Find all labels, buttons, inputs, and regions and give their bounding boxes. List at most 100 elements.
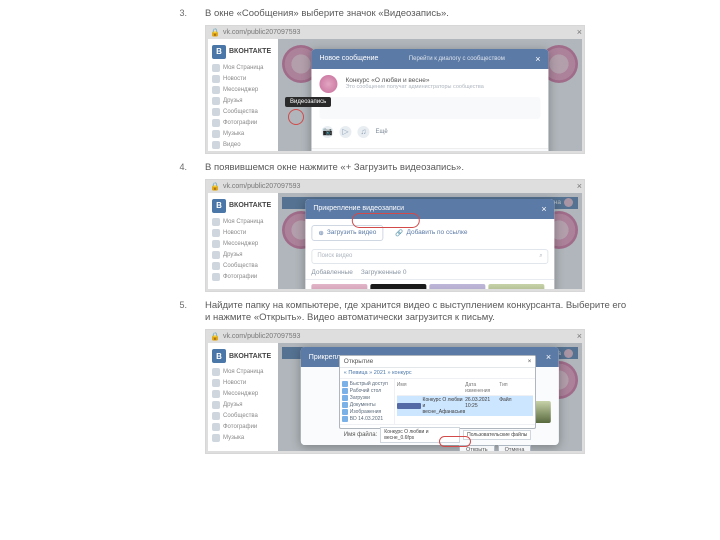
- sidebar-item: Фотографии: [212, 273, 274, 281]
- highlight-oval: [439, 436, 471, 447]
- url-text: vk.com/public207097593: [223, 183, 300, 190]
- sidebar-item: Друзья: [212, 251, 274, 259]
- video-thumb[interactable]: [429, 284, 485, 289]
- sidebar-item: Новости: [212, 75, 274, 83]
- side-item: Изображения: [342, 409, 392, 415]
- step-text: В появившемся окне нажмите «+ Загрузить …: [205, 162, 630, 175]
- sidebar-item: Моя Страница: [212, 368, 274, 376]
- vk-logo-icon: B: [212, 45, 226, 59]
- side-item: Рабочий стол: [342, 388, 392, 394]
- sidebar-item: Мессенджер: [212, 86, 274, 94]
- url-bar: 🔒 vk.com/public207097593: [208, 28, 582, 39]
- close-icon: ×: [577, 181, 582, 191]
- sidebar-item: Сообщества: [212, 412, 274, 420]
- close-icon[interactable]: ×: [535, 54, 540, 64]
- step-number: 3.: [175, 8, 187, 18]
- sidebar-item: Сообщества: [212, 108, 274, 116]
- video-thumb[interactable]: [370, 284, 426, 289]
- close-icon[interactable]: ×: [546, 352, 551, 362]
- sidebar-item: Фотографии: [212, 423, 274, 431]
- video-thumb[interactable]: [311, 284, 367, 289]
- open-file-dialog: Открытие × « Певица » 2021 » конкурс Быс…: [339, 355, 537, 429]
- step-number: 4.: [175, 162, 187, 172]
- close-icon: ×: [577, 331, 582, 341]
- sidebar-item: Моя Страница: [212, 218, 274, 226]
- dialog-sidebar: Быстрый доступ Рабочий стол Загрузки Док…: [340, 379, 395, 424]
- highlight-circle: [288, 109, 304, 125]
- breadcrumb[interactable]: « Певица » 2021 » конкурс: [340, 368, 536, 379]
- step-4: 4. В появившемся окне нажмите «+ Загрузи…: [175, 162, 630, 175]
- highlight-oval: [352, 213, 420, 228]
- close-icon[interactable]: ×: [541, 204, 546, 214]
- file-row[interactable]: Конкурс О любви и весне_Афанасьев 26.03.…: [397, 396, 534, 416]
- sidebar-item: Музыка: [212, 434, 274, 442]
- sidebar-item: Сообщества: [212, 262, 274, 270]
- video-search[interactable]: Поиск видео ⌕: [311, 249, 548, 264]
- sidebar-item: Фотографии: [212, 119, 274, 127]
- sidebar-item: Мессенджер: [212, 240, 274, 248]
- close-icon: ×: [577, 27, 582, 37]
- step-text: В окне «Сообщения» выберите значок «Виде…: [205, 8, 630, 21]
- message-input[interactable]: [319, 97, 540, 119]
- side-item: Документы: [342, 402, 392, 408]
- file-icon: [397, 403, 421, 409]
- search-icon: ⌕: [539, 253, 542, 260]
- video-tooltip: Видеозапись: [285, 97, 331, 107]
- sidebar-item: Новости: [212, 229, 274, 237]
- lock-icon: 🔒: [210, 332, 220, 341]
- step-3: 3. В окне «Сообщения» выберите значок «В…: [175, 8, 630, 21]
- modal-header: Новое сообщение Перейти к диалогу с сооб…: [311, 49, 548, 69]
- vk-name: ВКОНТАКТЕ: [229, 48, 271, 55]
- filename-label: Имя файла:: [344, 432, 377, 438]
- vk-logo-icon: B: [212, 349, 226, 363]
- sidebar-item: Моя Страница: [212, 64, 274, 72]
- sidebar-item: Новости: [212, 379, 274, 387]
- modal-title: Новое сообщение: [319, 55, 378, 62]
- step-text: Найдите папку на компьютере, где хранитс…: [205, 300, 630, 326]
- screenshot-3: × 🔒 vk.com/public207097593 BВКОНТАКТЕ Мо…: [205, 25, 630, 154]
- screenshot-4: × 🔒 vk.com/public207097593 BВКОНТАКТЕ Мо…: [205, 179, 630, 292]
- recipient-title: Конкурс «О любви и весне»: [345, 77, 483, 84]
- video-icon[interactable]: ▷: [339, 126, 351, 138]
- filter-field[interactable]: Пользовательские файлы: [463, 430, 531, 440]
- video-thumbnails: [305, 280, 554, 289]
- audio-icon[interactable]: ♫: [357, 126, 369, 138]
- vk-name: ВКОНТАКТЕ: [229, 202, 271, 209]
- modal-title: Прикрепление видеозаписи: [313, 205, 404, 212]
- add-link-button[interactable]: 🔗Добавить по ссылке: [389, 226, 473, 240]
- side-item: Быстрый доступ: [342, 381, 392, 387]
- link-icon: 🔗: [395, 229, 403, 237]
- modal-header: Прикрепление видеозаписи ×: [305, 199, 554, 219]
- recipient-sub: Это сообщение получат администраторы соо…: [345, 84, 483, 90]
- side-item: BD 14.03.2021: [342, 416, 392, 422]
- dialog-title: Открытие: [344, 358, 373, 365]
- sidebar-item: Друзья: [212, 97, 274, 105]
- url-bar: 🔒 vk.com/public207097593: [208, 332, 582, 343]
- cancel-button[interactable]: Отмена: [498, 445, 532, 451]
- url-bar: 🔒 vk.com/public207097593: [208, 182, 582, 193]
- video-thumb[interactable]: [488, 284, 544, 289]
- sidebar-item: Музыка: [212, 130, 274, 138]
- close-icon[interactable]: ×: [528, 358, 532, 365]
- sidebar-item: Друзья: [212, 401, 274, 409]
- sidebar-item: Видео: [212, 141, 274, 149]
- more-link[interactable]: Ещё: [375, 129, 387, 135]
- url-text: vk.com/public207097593: [223, 333, 300, 340]
- lock-icon: 🔒: [210, 28, 220, 37]
- plus-icon: ⊕: [318, 229, 323, 237]
- tab-added[interactable]: Добавленные: [311, 269, 352, 276]
- step-5: 5. Найдите папку на компьютере, где хран…: [175, 300, 630, 326]
- step-number: 5.: [175, 300, 187, 310]
- vk-name: ВКОНТАКТЕ: [229, 353, 271, 360]
- side-item: Загрузки: [342, 395, 392, 401]
- file-list: ИмяДата измененияТип Конкурс О любви и в…: [395, 379, 536, 424]
- avatar: [319, 75, 337, 93]
- photo-icon[interactable]: 📷: [321, 126, 333, 138]
- sidebar-item: Мессенджер: [212, 390, 274, 398]
- tab-uploaded[interactable]: Загруженные 0: [361, 269, 407, 276]
- vk-sidebar: BВКОНТАКТЕ Моя Страница Новости Мессендж…: [208, 193, 278, 289]
- url-text: vk.com/public207097593: [223, 29, 300, 36]
- lock-icon: 🔒: [210, 182, 220, 191]
- vk-logo-icon: B: [212, 199, 226, 213]
- screenshot-5: × 🔒 vk.com/public207097593 BВКОНТАКТЕ Мо…: [205, 329, 630, 454]
